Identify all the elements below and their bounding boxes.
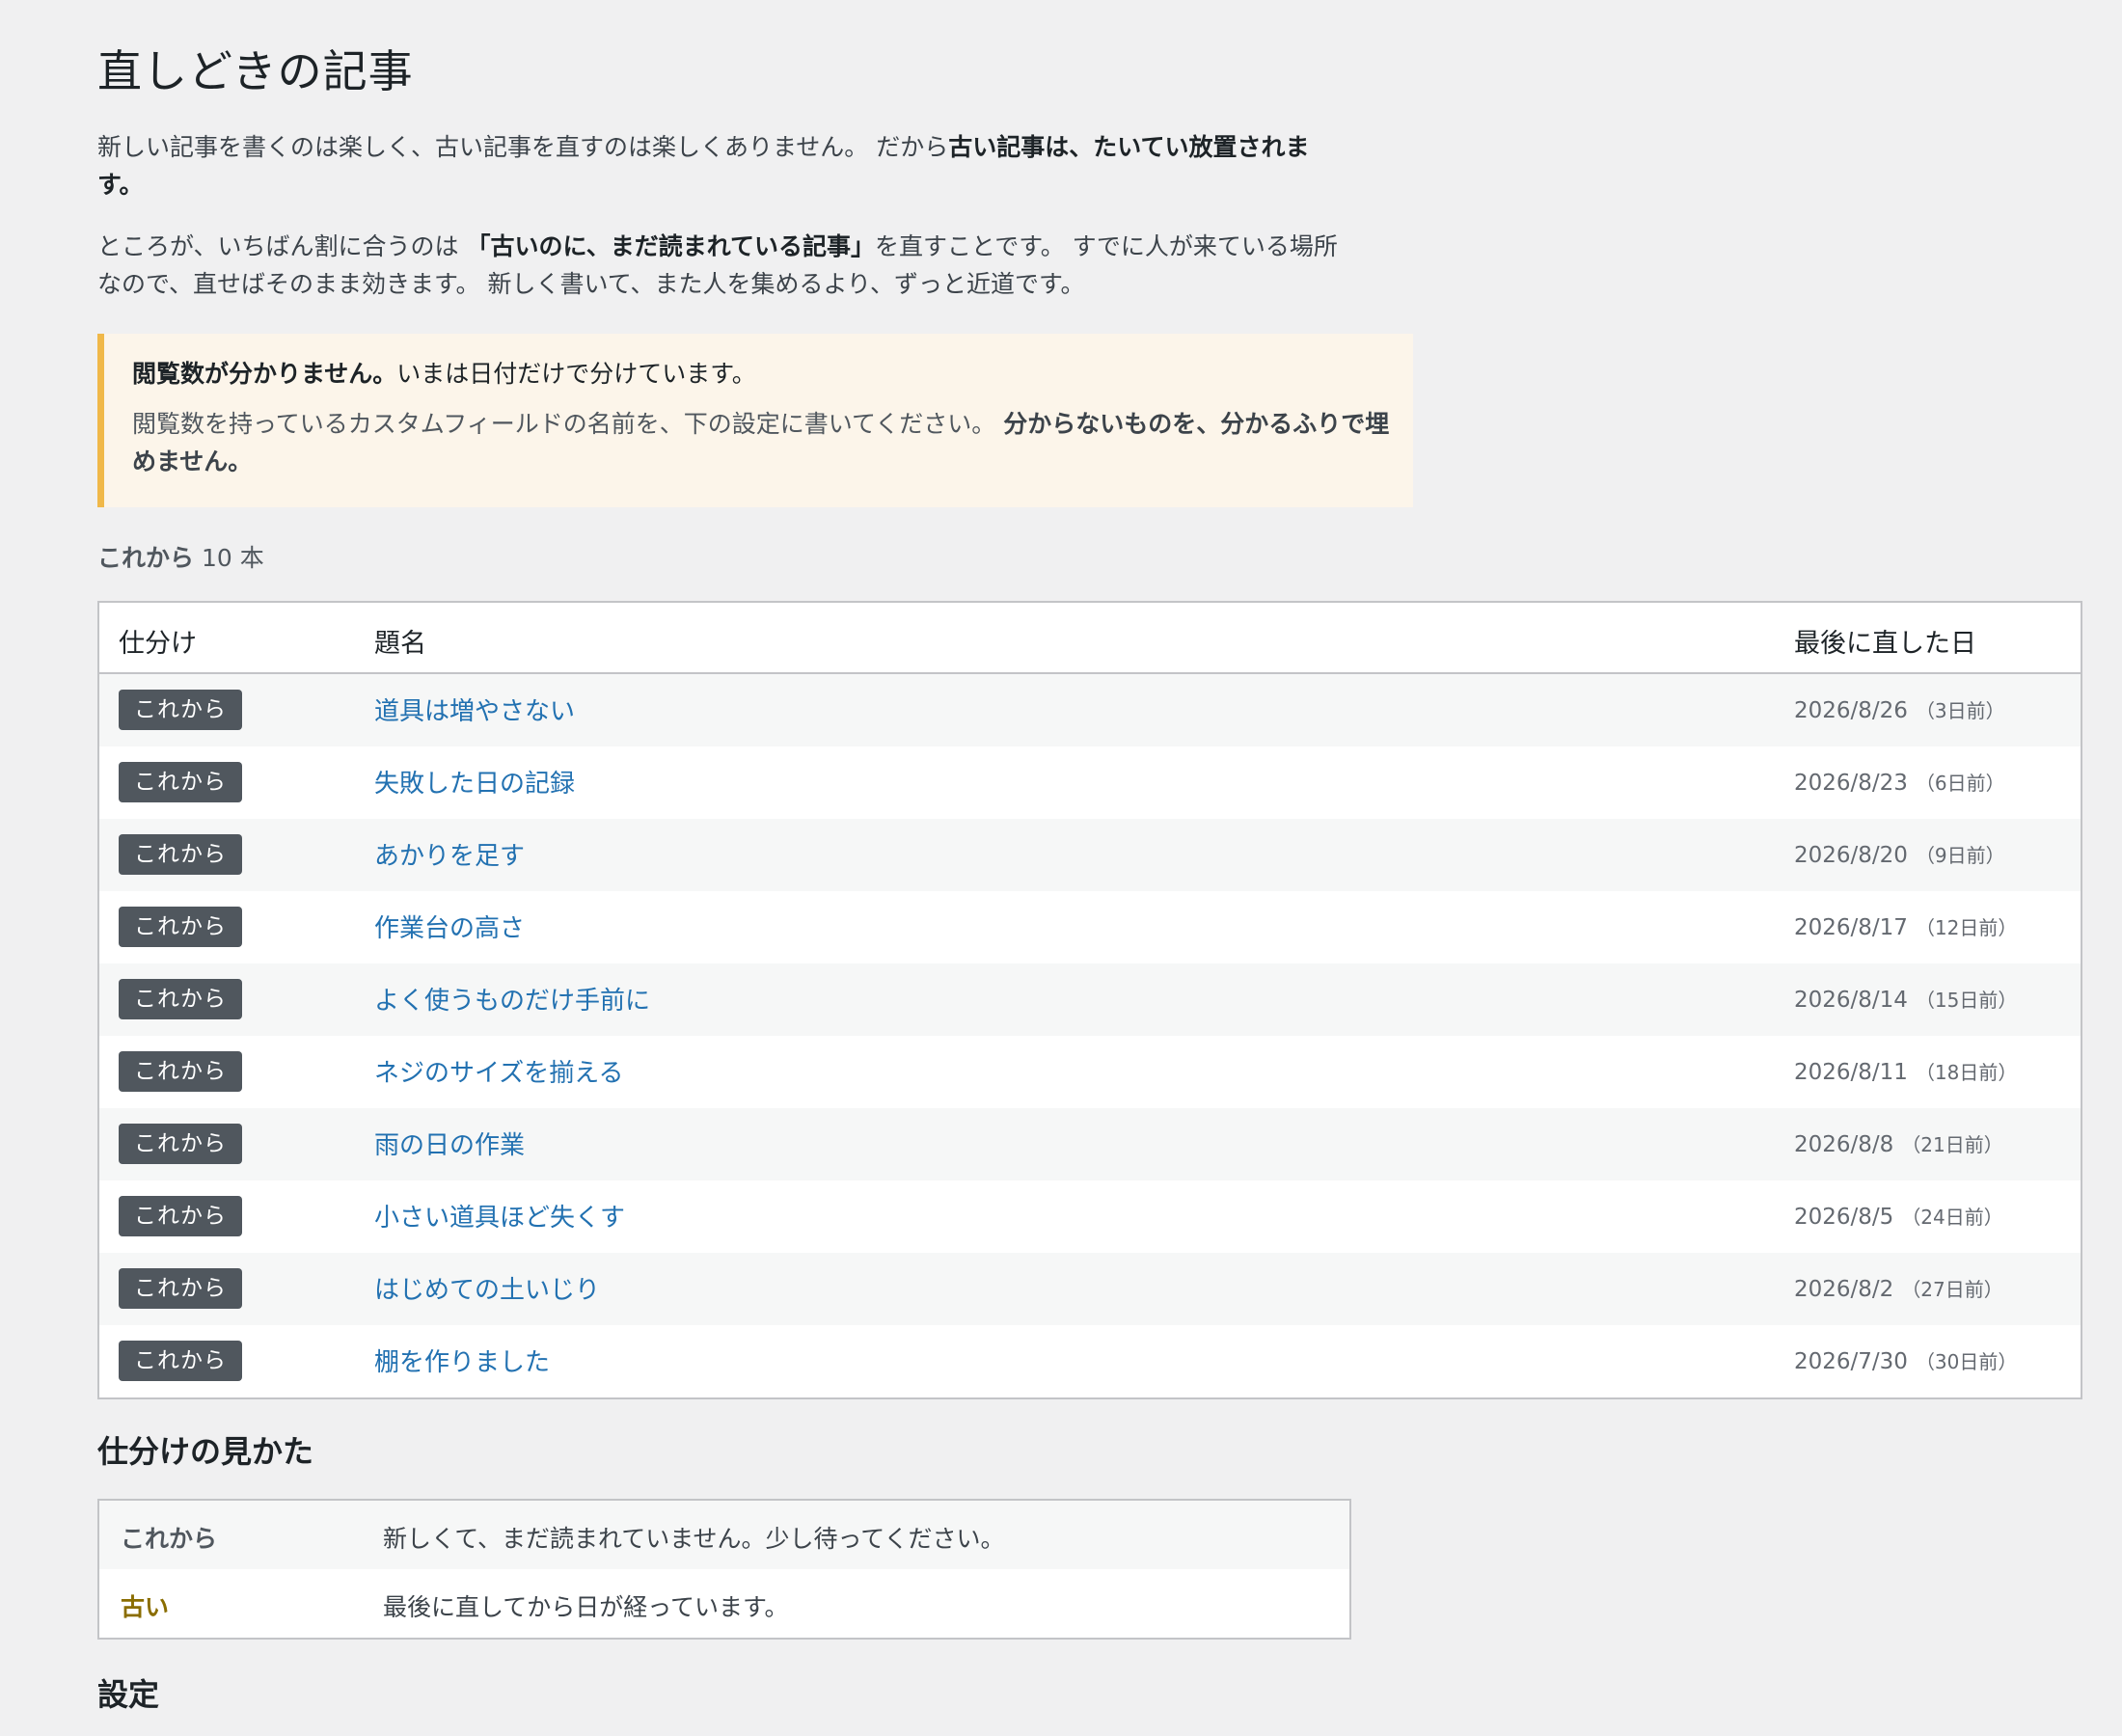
legend-row: 古い 最後に直してから日が経っています。 xyxy=(99,1569,1349,1638)
days-ago: （21日前） xyxy=(1901,1133,2003,1156)
column-header-category: 仕分け xyxy=(119,629,197,659)
status-badge: これから xyxy=(119,762,242,802)
intro-emphasis: 「古いのに、まだ読まれている記事」 xyxy=(466,232,875,260)
status-badge: これから xyxy=(119,1051,242,1092)
status-badge: これから xyxy=(119,1124,242,1164)
legend-description: 新しくて、まだ読まれていません。少し待ってください。 xyxy=(383,1525,1005,1553)
article-title-link[interactable]: よく使うものだけ手前に xyxy=(374,981,650,1017)
date-value: 2026/8/8 xyxy=(1794,1132,1894,1157)
days-ago: （18日前） xyxy=(1915,1061,2018,1084)
last-edited-date: 2026/8/5 （24日前） xyxy=(1794,1202,2003,1230)
intro-text: ところが、いちばん割に合うのは xyxy=(97,232,467,260)
legend-heading: 仕分けの見かた xyxy=(97,1433,314,1470)
status-badge: これから xyxy=(119,1341,242,1381)
last-edited-date: 2026/8/26 （3日前） xyxy=(1794,695,2005,723)
days-ago: （24日前） xyxy=(1901,1206,2003,1229)
table-header: 仕分け 題名 最後に直した日 xyxy=(99,603,2081,674)
column-header-last-edited: 最後に直した日 xyxy=(1794,629,1976,659)
intro-text: 新しい記事を書くのは楽しく、古い記事を直すのは楽しくありません。 だから xyxy=(97,133,949,161)
legend-key: これから xyxy=(121,1525,218,1553)
notice-headline: 閲覧数が分かりません。いまは日付だけで分けています。 xyxy=(132,355,1413,393)
article-title-link[interactable]: 道具は増やさない xyxy=(374,692,575,727)
column-header-title: 題名 xyxy=(374,629,426,659)
days-ago: （3日前） xyxy=(1915,699,2005,722)
status-badge: これから xyxy=(119,690,242,730)
page-title: 直しどきの記事 xyxy=(97,45,414,97)
legend-key: 古い xyxy=(121,1593,170,1621)
article-title-link[interactable]: 失敗した日の記録 xyxy=(374,764,575,800)
article-title-link[interactable]: あかりを足す xyxy=(374,836,525,872)
legend-description: 最後に直してから日が経っています。 xyxy=(383,1593,789,1621)
last-edited-date: 2026/8/14 （15日前） xyxy=(1794,985,2017,1013)
notice-detail-text: 閲覧数を持っているカスタムフィールドの名前を、下の設定に書いてください。 xyxy=(132,410,1004,438)
legend-table: これから 新しくて、まだ読まれていません。少し待ってください。 古い 最後に直し… xyxy=(97,1499,1351,1640)
date-value: 2026/8/17 xyxy=(1794,915,1908,940)
table-row: これから 棚を作りました 2026/7/30 （30日前） xyxy=(99,1325,2081,1397)
article-title-link[interactable]: 小さい道具ほど失くす xyxy=(374,1198,625,1234)
table-row: これから よく使うものだけ手前に 2026/8/14 （15日前） xyxy=(99,963,2081,1036)
table-row: これから あかりを足す 2026/8/20 （9日前） xyxy=(99,819,2081,891)
pending-count: これから 10 本 xyxy=(97,539,264,574)
last-edited-date: 2026/8/17 （12日前） xyxy=(1794,912,2017,940)
table-row: これから ネジのサイズを揃える 2026/8/11 （18日前） xyxy=(99,1036,2081,1108)
notice-text: いまは日付だけで分けています。 xyxy=(396,360,756,388)
article-title-link[interactable]: はじめての土いじり xyxy=(374,1270,600,1306)
notice-strong: 閲覧数が分かりません。 xyxy=(132,360,397,388)
status-badge: これから xyxy=(119,834,242,875)
table-row: これから 失敗した日の記録 2026/8/23 （6日前） xyxy=(99,746,2081,819)
settings-heading: 設定 xyxy=(97,1676,160,1713)
last-edited-date: 2026/8/20 （9日前） xyxy=(1794,840,2005,868)
article-title-link[interactable]: ネジのサイズを揃える xyxy=(374,1053,623,1089)
table-row: これから 道具は増やさない 2026/8/26 （3日前） xyxy=(99,674,2081,746)
days-ago: （12日前） xyxy=(1915,916,2018,939)
last-edited-date: 2026/7/30 （30日前） xyxy=(1794,1346,2017,1374)
date-value: 2026/8/5 xyxy=(1794,1205,1894,1230)
date-value: 2026/7/30 xyxy=(1794,1349,1908,1374)
date-value: 2026/8/20 xyxy=(1794,843,1908,868)
table-row: これから 小さい道具ほど失くす 2026/8/5 （24日前） xyxy=(99,1180,2081,1253)
date-value: 2026/8/2 xyxy=(1794,1277,1894,1302)
last-edited-date: 2026/8/11 （18日前） xyxy=(1794,1057,2017,1085)
article-title-link[interactable]: 雨の日の作業 xyxy=(374,1126,525,1161)
warning-notice: 閲覧数が分かりません。いまは日付だけで分けています。 閲覧数を持っているカスタム… xyxy=(97,334,1413,507)
intro-paragraph-2: ところが、いちばん割に合うのは 「古いのに、まだ読まれている記事」を直すことです… xyxy=(97,228,1351,303)
days-ago: （27日前） xyxy=(1901,1278,2003,1301)
date-value: 2026/8/23 xyxy=(1794,771,1908,796)
pending-count-value: 10 本 xyxy=(201,544,264,572)
table-row: これから はじめての土いじり 2026/8/2 （27日前） xyxy=(99,1253,2081,1325)
status-badge: これから xyxy=(119,979,242,1019)
status-badge: これから xyxy=(119,1268,242,1309)
table-row: これから 作業台の高さ 2026/8/17 （12日前） xyxy=(99,891,2081,963)
article-title-link[interactable]: 作業台の高さ xyxy=(374,909,525,944)
date-value: 2026/8/26 xyxy=(1794,698,1908,723)
table-body: これから 道具は増やさない 2026/8/26 （3日前） これから 失敗した日の記録 20… xyxy=(99,674,2081,1397)
legend-row: これから 新しくて、まだ読まれていません。少し待ってください。 xyxy=(99,1501,1349,1569)
notice-detail: 閲覧数を持っているカスタムフィールドの名前を、下の設定に書いてください。 分から… xyxy=(132,405,1405,480)
days-ago: （30日前） xyxy=(1915,1350,2018,1373)
last-edited-date: 2026/8/23 （6日前） xyxy=(1794,768,2005,796)
status-badge: これから xyxy=(119,907,242,947)
date-value: 2026/8/11 xyxy=(1794,1060,1908,1085)
status-badge: これから xyxy=(119,1196,242,1236)
days-ago: （6日前） xyxy=(1915,772,2005,795)
articles-table: 仕分け 題名 最後に直した日 これから 道具は増やさない 2026/8/26 （3日前… xyxy=(97,601,2082,1399)
date-value: 2026/8/14 xyxy=(1794,988,1908,1013)
last-edited-date: 2026/8/2 （27日前） xyxy=(1794,1274,2003,1302)
pending-count-label: これから xyxy=(97,544,195,572)
article-title-link[interactable]: 棚を作りました xyxy=(374,1343,550,1378)
days-ago: （15日前） xyxy=(1915,989,2018,1012)
days-ago: （9日前） xyxy=(1915,844,2005,867)
table-row: これから 雨の日の作業 2026/8/8 （21日前） xyxy=(99,1108,2081,1180)
intro-paragraph-1: 新しい記事を書くのは楽しく、古い記事を直すのは楽しくありません。 だから古い記事… xyxy=(97,128,1351,203)
last-edited-date: 2026/8/8 （21日前） xyxy=(1794,1129,2003,1157)
